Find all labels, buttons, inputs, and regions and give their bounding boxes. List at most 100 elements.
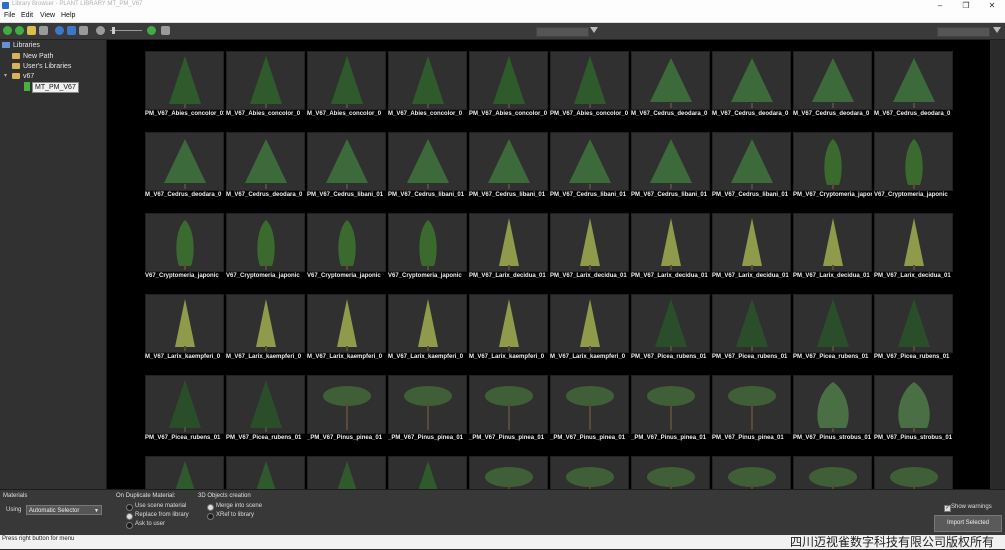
- thumbnail-tile[interactable]: PM_V67_Pinus_strobus_01: [874, 375, 953, 456]
- radio-ask-to-user[interactable]: [126, 522, 133, 529]
- tree-item-new-path[interactable]: New Path: [12, 52, 53, 61]
- thumbnail-tile[interactable]: _PM_V67_Pinus_pinea_01: [550, 375, 629, 456]
- thumbnail-tile[interactable]: PM_V67_Larix_decidua_01: [550, 213, 629, 294]
- thumbnail-tile[interactable]: M_V67_Cedrus_deodara_0: [793, 51, 872, 132]
- save-icon[interactable]: [39, 26, 48, 35]
- title-bar: Library Browser - PLANT LIBRARY MT_PM_V6…: [0, 0, 1005, 11]
- radio-replace-from-library[interactable]: [126, 513, 133, 520]
- refresh-icon[interactable]: [55, 26, 64, 35]
- search-input-right[interactable]: [937, 27, 990, 37]
- thumbnail-tile[interactable]: PM_V67_Larix_decidua_01: [793, 213, 872, 294]
- tree-root[interactable]: Libraries: [2, 41, 40, 50]
- filter-icon-right[interactable]: [993, 27, 1001, 33]
- thumbnail-tile[interactable]: PM_V67_Pinus_strobus_01: [793, 375, 872, 456]
- thumbnail-tile[interactable]: _PM_V67_Pinus_pinea_01: [388, 375, 467, 456]
- zoom-out-icon[interactable]: [96, 26, 105, 35]
- thumbnail-tile[interactable]: PM_V67_Picea_rubens_01: [793, 294, 872, 375]
- folder-open-icon[interactable]: [27, 26, 36, 35]
- thumbnail-tile[interactable]: M_V67_Larix_kaempferi_0: [469, 294, 548, 375]
- thumbnail-tile[interactable]: [712, 456, 791, 489]
- thumbnail-tile[interactable]: _PM_V67_Pinus_pinea_01: [307, 375, 386, 456]
- zoom-in-icon[interactable]: [147, 26, 156, 35]
- thumbnail-tile[interactable]: _PM_V67_Pinus_pinea_01: [631, 375, 710, 456]
- tree-item-selected[interactable]: MT_PM_V67: [32, 82, 79, 93]
- minimize-button[interactable]: –: [927, 0, 953, 11]
- thumbnail-tile[interactable]: V67_Cryptomeria_japonic: [226, 213, 305, 294]
- thumbnail-tile[interactable]: PM_V67_Abies_concolor_01: [145, 51, 224, 132]
- zoom-slider-handle[interactable]: [112, 27, 115, 34]
- forward-icon[interactable]: [15, 26, 24, 35]
- thumbnail-tile[interactable]: PM_V67_Pinus_pinea_01: [712, 375, 791, 456]
- thumbnail-tile[interactable]: [469, 456, 548, 489]
- info-icon[interactable]: [67, 26, 76, 35]
- settings-icon[interactable]: [161, 26, 170, 35]
- thumbnail-tile[interactable]: V67_Cryptomeria_japonic: [388, 213, 467, 294]
- maximize-button[interactable]: ❐: [953, 0, 979, 11]
- collapse-icon[interactable]: ▾: [4, 72, 7, 81]
- thumbnail-tile[interactable]: M_V67_Larix_kaempferi_0: [550, 294, 629, 375]
- menu-file[interactable]: File: [4, 12, 15, 19]
- thumbnail-tile[interactable]: M_V67_Cedrus_deodara_0: [874, 51, 953, 132]
- menu-edit[interactable]: Edit: [21, 12, 33, 19]
- thumbnail-tile[interactable]: M_V67_Abies_concolor_0: [307, 51, 386, 132]
- material-selector-dropdown[interactable]: Automatic Selector ▼: [26, 505, 102, 515]
- filter-icon[interactable]: [590, 27, 598, 33]
- thumbnail-tile[interactable]: M_V67_Cedrus_deodara_0: [226, 132, 305, 213]
- thumbnail-tile[interactable]: _PM_V67_Pinus_pinea_01: [469, 375, 548, 456]
- thumbnail-tile[interactable]: M_V67_Cedrus_deodara_0: [712, 51, 791, 132]
- thumbnail-tile[interactable]: V67_Cryptomeria_japonic: [145, 213, 224, 294]
- thumbnail-tile[interactable]: [874, 456, 953, 489]
- thumbnail-tile[interactable]: M_V67_Cedrus_deodara_0: [145, 132, 224, 213]
- show-warnings-checkbox[interactable]: ✓: [944, 505, 951, 512]
- thumbnail-tile[interactable]: [631, 456, 710, 489]
- thumbnail-tile[interactable]: PM_V67_Cedrus_libani_01: [307, 132, 386, 213]
- thumbnail-tile[interactable]: M_V67_Larix_kaempferi_0: [388, 294, 467, 375]
- thumbnail-tile[interactable]: PM_V67_Cryptomeria_japonic: [793, 132, 872, 213]
- thumbnail-tile[interactable]: PM_V67_Cedrus_libani_01: [388, 132, 467, 213]
- thumbnail-tile[interactable]: PM_V67_Larix_decidua_01: [631, 213, 710, 294]
- thumbnail-tile[interactable]: M_V67_Larix_kaempferi_0: [145, 294, 224, 375]
- thumbnail-tile[interactable]: PM_V67_Cedrus_libani_01: [469, 132, 548, 213]
- thumbnail-tile[interactable]: [793, 456, 872, 489]
- grid-scrollbar[interactable]: [990, 40, 1005, 489]
- thumbnail-tile[interactable]: [550, 456, 629, 489]
- thumbnail-tile[interactable]: PM_V67_Picea_rubens_01: [874, 294, 953, 375]
- thumbnail-tile[interactable]: PM_V67_Picea_rubens_01: [631, 294, 710, 375]
- thumbnail-tile[interactable]: PM_V67_Picea_rubens_01: [226, 375, 305, 456]
- thumbnail-tile[interactable]: PM_V67_Abies_concolor_0: [550, 51, 629, 132]
- radio-xref-to-library[interactable]: [207, 513, 214, 520]
- radio-merge-into-scene[interactable]: [207, 504, 214, 511]
- thumbnail-tile[interactable]: [307, 456, 386, 489]
- thumbnail-tile[interactable]: PM_V67_Abies_concolor_0: [469, 51, 548, 132]
- thumbnail-tile[interactable]: PM_V67_Cedrus_libani_01: [712, 132, 791, 213]
- radio-use-scene-material[interactable]: [126, 504, 133, 511]
- menu-view[interactable]: View: [40, 12, 55, 19]
- thumbnail-tile[interactable]: PM_V67_Larix_decidua_01: [874, 213, 953, 294]
- thumbnail-tile[interactable]: M_V67_Larix_kaempferi_0: [226, 294, 305, 375]
- close-button[interactable]: ✕: [979, 0, 1005, 11]
- search-input[interactable]: [536, 27, 589, 37]
- thumbnail-tile[interactable]: PM_V67_Cedrus_libani_01: [631, 132, 710, 213]
- thumbnail-tile[interactable]: PM_V67_Picea_rubens_01: [712, 294, 791, 375]
- tree-item-users-libraries[interactable]: User's Libraries: [12, 62, 71, 71]
- back-icon[interactable]: [3, 26, 12, 35]
- thumbnail-tile[interactable]: [226, 456, 305, 489]
- tree-item-v67[interactable]: ▾ v67: [4, 72, 34, 81]
- import-selected-button[interactable]: Import Selected: [934, 515, 1002, 532]
- thumbnail-tile[interactable]: V67_Cryptomeria_japonic: [874, 132, 953, 213]
- menu-help[interactable]: Help: [61, 12, 75, 19]
- thumbnail-tile[interactable]: PM_V67_Larix_decidua_01: [469, 213, 548, 294]
- thumbnail-tile[interactable]: M_V67_Abies_concolor_0: [388, 51, 467, 132]
- thumbnail-tile[interactable]: M_V67_Abies_concolor_0: [226, 51, 305, 132]
- thumbnail-label: PM_V67_Abies_concolor_0: [469, 111, 548, 117]
- thumbnail-tile[interactable]: V67_Cryptomeria_japonic: [307, 213, 386, 294]
- thumbnail-tile[interactable]: M_V67_Cedrus_deodara_0: [631, 51, 710, 132]
- thumbnail-tile[interactable]: PM_V67_Cedrus_libani_01: [550, 132, 629, 213]
- list-view-icon[interactable]: [79, 26, 88, 35]
- thumbnail-tile[interactable]: [388, 456, 467, 489]
- tree-icon: [824, 139, 842, 189]
- thumbnail-tile[interactable]: M_V67_Larix_kaempferi_0: [307, 294, 386, 375]
- thumbnail-tile[interactable]: [145, 456, 224, 489]
- thumbnail-tile[interactable]: PM_V67_Picea_rubens_01: [145, 375, 224, 456]
- thumbnail-tile[interactable]: PM_V67_Larix_decidua_01: [712, 213, 791, 294]
